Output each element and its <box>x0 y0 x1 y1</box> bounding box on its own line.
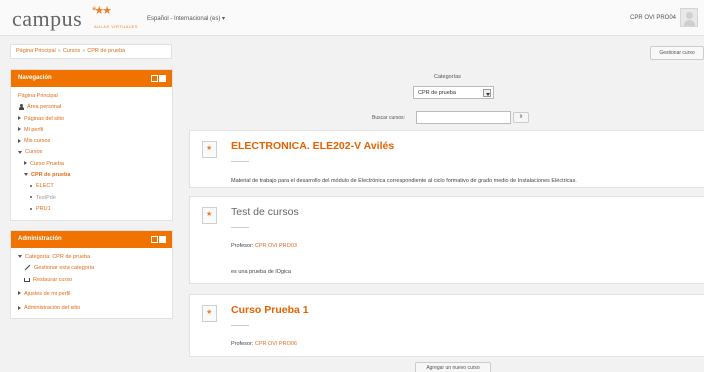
search-input[interactable] <box>416 111 511 124</box>
breadcrumb-current[interactable]: CPR de prueba <box>87 48 125 54</box>
divider <box>231 161 249 162</box>
categories-label: Categorías <box>434 74 461 80</box>
block-dock-icon[interactable] <box>151 236 166 243</box>
breadcrumb-separator: » <box>57 48 61 54</box>
administration-block: Administración Categoría: CPR de prueba … <box>10 230 173 319</box>
navigation-block: Navegación Página Principal Área persona… <box>10 69 173 221</box>
avatar[interactable] <box>680 8 698 27</box>
bullet-icon <box>30 207 32 210</box>
administration-block-title: Administración <box>18 236 62 242</box>
course-star-icon <box>202 141 217 158</box>
admin-category[interactable]: Categoría: CPR de prueba <box>25 254 90 260</box>
collapse-icon[interactable] <box>24 173 28 177</box>
nav-home[interactable]: Página Principal <box>18 93 58 99</box>
expand-icon[interactable] <box>18 116 21 121</box>
course-box: ELECTRONICA. ELE202-V Avilés Material de… <box>189 130 704 188</box>
course-star-icon <box>202 305 217 322</box>
course-title-link[interactable]: ELECTRONICA. ELE202-V Avilés <box>231 140 394 152</box>
manage-course-button[interactable]: Gestionar curso <box>650 46 704 60</box>
admin-profile-settings[interactable]: Ajustes de mi perfil <box>24 291 70 297</box>
collapse-icon[interactable] <box>18 150 22 154</box>
course-box: Curso Prueba 1 Profesor: CPR OVI PRO06 <box>189 294 704 357</box>
admin-restore-course[interactable]: Restaurar curso <box>33 277 72 283</box>
nav-courses[interactable]: Cursos <box>25 149 42 155</box>
breadcrumb-home[interactable]: Página Principal <box>16 48 56 54</box>
edit-icon <box>24 265 31 271</box>
top-header: campus *★★ AULAS VIRTUALES Español - Int… <box>0 0 704 36</box>
teacher-label: Profesor: <box>231 243 254 249</box>
user-icon <box>18 103 24 110</box>
course-box: Test de cursos Profesor: CPR OVI PRO03 e… <box>189 196 704 284</box>
bullet-icon <box>30 184 32 187</box>
teacher-label: Profesor: <box>231 341 254 347</box>
add-new-course-button[interactable]: Agregar un nuevo curso <box>415 362 491 372</box>
logo-stars-icon: *★★ <box>92 5 112 17</box>
administration-tree: Categoría: CPR de prueba Gestionar esta … <box>11 248 172 320</box>
teacher-link[interactable]: CPR OVI PRO03 <box>255 243 297 249</box>
language-menu[interactable]: Español - Internacional (es) ▾ <box>147 15 225 22</box>
restore-icon <box>24 278 30 283</box>
course-teacher: Profesor: CPR OVI PRO03 <box>231 243 297 249</box>
bullet-icon <box>30 196 32 199</box>
nav-cpr-prueba[interactable]: CPR de prueba <box>31 172 70 178</box>
nav-dashboard[interactable]: Área personal <box>27 104 61 110</box>
breadcrumb-courses[interactable]: Cursos <box>63 48 80 54</box>
navigation-block-header: Navegación <box>11 70 172 87</box>
collapse-icon[interactable] <box>18 255 22 259</box>
search-button[interactable]: Ir <box>513 112 529 123</box>
expand-icon[interactable] <box>18 305 21 310</box>
logo-word: campus <box>12 6 83 31</box>
course-star-icon <box>202 207 217 224</box>
nav-course-testpde[interactable]: TestPde <box>36 195 56 201</box>
category-select-value: CPR de prueba <box>418 90 456 96</box>
user-name[interactable]: CPR OVI PRO04 <box>630 15 676 21</box>
nav-course-pru1[interactable]: PRU1 <box>36 206 51 212</box>
divider <box>231 325 249 326</box>
expand-icon[interactable] <box>18 291 21 296</box>
breadcrumb: Página Principal» Cursos» CPR de prueba <box>10 44 172 59</box>
expand-icon[interactable] <box>24 161 27 166</box>
expand-icon[interactable] <box>18 127 21 132</box>
logo-subtitle: AULAS VIRTUALES <box>94 24 138 29</box>
course-title-link[interactable]: Curso Prueba 1 <box>231 304 309 316</box>
chevron-down-icon <box>483 89 491 97</box>
nav-course-elect[interactable]: ELECT <box>36 183 54 189</box>
course-title-link[interactable]: Test de cursos <box>231 206 299 218</box>
search-courses-label: Buscar cursos: <box>372 115 406 121</box>
course-summary: Material de trabajo para el desarrollo d… <box>231 178 577 184</box>
category-select[interactable]: CPR de prueba <box>413 86 494 99</box>
block-dock-icon[interactable] <box>151 75 166 82</box>
nav-my-profile[interactable]: Mi perfil <box>24 127 43 133</box>
expand-icon[interactable] <box>18 138 21 143</box>
site-logo[interactable]: campus *★★ AULAS VIRTUALES <box>12 5 137 32</box>
nav-site-pages[interactable]: Páginas del sitio <box>24 116 64 122</box>
nav-curso-prueba[interactable]: Curso Prueba <box>30 161 64 167</box>
divider <box>231 227 249 228</box>
breadcrumb-separator: » <box>82 48 86 54</box>
course-summary: es una prueba de lOgica <box>231 269 291 275</box>
administration-block-header: Administración <box>11 231 172 248</box>
admin-site-administration[interactable]: Administración del sitio <box>24 305 80 311</box>
course-teacher: Profesor: CPR OVI PRO06 <box>231 341 297 347</box>
navigation-block-title: Navegación <box>18 75 52 81</box>
teacher-link[interactable]: CPR OVI PRO06 <box>255 341 297 347</box>
nav-my-courses[interactable]: Mis cursos <box>24 138 50 144</box>
navigation-tree: Página Principal Área personal Páginas d… <box>11 87 172 221</box>
admin-manage-category[interactable]: Gestionar esta categoría <box>34 265 94 271</box>
